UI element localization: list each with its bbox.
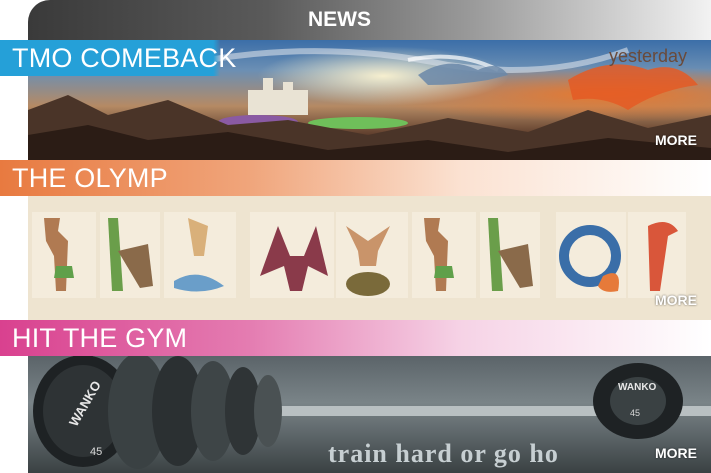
news-item-title: THE OLYMP bbox=[12, 163, 168, 193]
more-link-the-olymp[interactable]: MORE bbox=[655, 292, 697, 308]
letter-figure bbox=[32, 212, 96, 298]
news-header: NEWS bbox=[28, 0, 711, 40]
figure-letters-illustration bbox=[32, 212, 686, 298]
news-image-the-olymp[interactable]: MORE bbox=[28, 196, 711, 320]
news-title-band-hit-the-gym[interactable]: HIT THE GYM bbox=[0, 320, 711, 356]
plate-weight-label-right: 45 bbox=[630, 408, 641, 418]
gym-slogan: train hard or go ho bbox=[328, 439, 559, 468]
news-image-hit-the-gym[interactable]: WANKO 45 WANKO 45 train hard or go ho MO… bbox=[28, 356, 711, 473]
letter-figure bbox=[250, 212, 334, 298]
more-link-tmo-comeback[interactable]: MORE bbox=[655, 132, 697, 148]
letter-figure bbox=[164, 212, 236, 298]
letter-figure bbox=[412, 212, 476, 298]
letter-figure bbox=[100, 212, 160, 298]
letter-figure bbox=[628, 212, 686, 298]
news-item-title: HIT THE GYM bbox=[12, 323, 188, 353]
letter-figure bbox=[556, 212, 626, 298]
news-item-title: TMO COMEBACK bbox=[12, 43, 237, 73]
plate-weight-label: 45 bbox=[90, 446, 103, 458]
news-title: NEWS bbox=[308, 8, 371, 31]
plate-brand-label-right: WANKO bbox=[618, 382, 657, 393]
letter-figure bbox=[336, 212, 408, 298]
letter-figure bbox=[480, 212, 540, 298]
news-title-band-tmo-comeback[interactable]: TMO COMEBACK bbox=[0, 40, 711, 76]
news-title-band-the-olymp[interactable]: THE OLYMP bbox=[0, 160, 711, 196]
more-link-hit-the-gym[interactable]: MORE bbox=[655, 445, 697, 461]
